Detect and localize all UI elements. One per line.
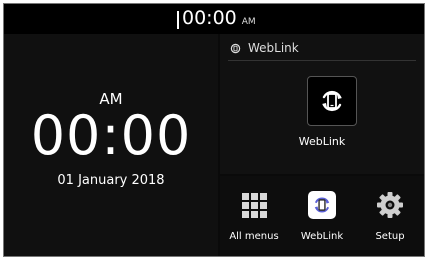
- dock-item-all-menus[interactable]: All menus: [220, 176, 288, 256]
- head-unit-screen: 00:00 AM AM 00:00 01 January 2018 WebLin…: [3, 3, 425, 257]
- status-time-text: 00:00: [182, 7, 237, 29]
- status-clock[interactable]: 00:00 AM: [177, 7, 256, 33]
- divider: [228, 60, 416, 61]
- weblink-widget-header: WebLink: [230, 41, 299, 55]
- bottom-dock: All menus WebLink Setup: [220, 176, 424, 256]
- grid-icon: [239, 190, 269, 220]
- weblink-phone-icon: [307, 190, 337, 220]
- clock-time: 00:00: [30, 104, 192, 167]
- clock-date: 01 January 2018: [57, 173, 165, 188]
- dock-item-weblink[interactable]: WebLink: [288, 176, 356, 256]
- dock-item-setup[interactable]: Setup: [356, 176, 424, 256]
- dock-item-label: Setup: [375, 231, 405, 242]
- weblink-app-label: WebLink: [298, 135, 346, 148]
- weblink-widget: WebLink WebLink: [220, 34, 424, 174]
- dock-item-label: All menus: [229, 231, 279, 242]
- status-bar: 00:00 AM: [4, 4, 424, 34]
- weblink-widget-title: WebLink: [248, 41, 299, 55]
- dock-item-label: WebLink: [300, 231, 344, 242]
- status-ampm: AM: [241, 17, 256, 27]
- weblink-phone-icon: [322, 90, 342, 112]
- weblink-app-button[interactable]: [307, 76, 357, 126]
- clock-widget[interactable]: AM 00:00 01 January 2018: [4, 34, 218, 256]
- weblink-outline-icon: [230, 43, 241, 53]
- gear-icon: [375, 190, 405, 220]
- status-separator: [177, 11, 179, 29]
